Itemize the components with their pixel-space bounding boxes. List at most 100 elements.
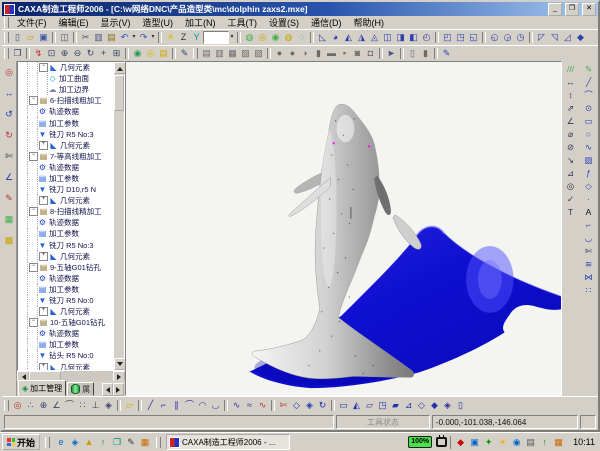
arc-icon[interactable]: ⌒ (581, 89, 596, 101)
redraw-icon[interactable]: ↯ (32, 47, 45, 60)
rotate-view-icon[interactable]: ↻ (84, 47, 97, 60)
close-button[interactable]: ✕ (582, 3, 596, 16)
tree-item[interactable]: ▤加工参数 (18, 117, 113, 128)
generate-gcode-icon[interactable]: ● (286, 47, 299, 60)
fillet-solid-icon[interactable]: ◱ (467, 31, 480, 44)
tree-expand-toggle[interactable]: + (39, 141, 48, 150)
menu-model[interactable]: 造型(U) (137, 18, 180, 28)
axon-view-icon[interactable]: ◌ (295, 31, 308, 44)
dnc-send-icon[interactable]: ◘ (364, 47, 377, 60)
tool-library-icon[interactable]: ◙ (351, 47, 364, 60)
tree-item[interactable]: ⚙轨迹数据 (18, 273, 113, 284)
check-code-icon[interactable]: ◗ (299, 47, 312, 60)
tangent-tool-icon[interactable]: ⌒ (63, 399, 76, 412)
tree-item[interactable]: −▤8-扫描线精加工 (18, 206, 113, 217)
front-view-icon[interactable]: ◎ (256, 31, 269, 44)
tree-expand-toggle[interactable]: − (39, 63, 48, 72)
trim-icon[interactable]: ✄ (581, 245, 596, 257)
redo-icon[interactable]: ↷ (137, 31, 150, 44)
zoom-window-icon[interactable]: ⊡ (45, 47, 58, 60)
equidistant-icon[interactable]: ≋ (581, 258, 596, 270)
tree-expand-toggle[interactable]: + (39, 363, 48, 370)
restore-button[interactable]: ❐ (565, 3, 579, 16)
minimize-button[interactable]: _ (548, 3, 562, 16)
offset-surface-icon[interactable]: ◫ (381, 31, 394, 44)
layer-settings-icon[interactable]: ▤ (157, 47, 170, 60)
ql-shield-icon[interactable]: ▲ (83, 436, 95, 448)
tree-item[interactable]: −▤9-五轴G01钻孔 (18, 262, 113, 273)
tree-item[interactable]: ▤加工参数 (18, 228, 113, 239)
fillet-curve-icon[interactable]: ◡ (581, 232, 596, 244)
dim-aligned-icon[interactable]: ⇗ (563, 102, 578, 114)
extend-surface-icon[interactable]: ◧ (407, 31, 420, 44)
tree-item[interactable]: +◣几何元素 (18, 251, 113, 262)
curve-rotate-icon[interactable]: ↻ (316, 399, 329, 412)
curve-project-icon[interactable]: ◸ (535, 31, 548, 44)
tree-item[interactable]: ▼铣刀 D10,r5 N (18, 184, 113, 195)
tree-item[interactable]: ⚙轨迹数据 (18, 106, 113, 117)
line-two-point-icon[interactable]: ╱ (144, 399, 157, 412)
line-angle-icon[interactable]: ⌐ (157, 399, 170, 412)
toolbar-grip[interactable] (4, 48, 9, 59)
tree-expand-toggle[interactable]: + (39, 252, 48, 261)
sim-pause-icon[interactable]: ▯ (406, 47, 419, 60)
tree-item[interactable]: −▤7-等高线粗加工 (18, 151, 113, 162)
surface-mirror-icon[interactable]: ◹ (548, 31, 561, 44)
plane-tangent-icon[interactable]: ◆ (428, 399, 441, 412)
menu-display[interactable]: 显示(V) (95, 18, 137, 28)
material-icon[interactable]: ◉ (131, 47, 144, 60)
tree-item[interactable]: −▤10-五轴G01钻孔 (18, 317, 113, 328)
revolve-solid-icon[interactable]: ◳ (454, 31, 467, 44)
spline-edit-icon[interactable]: ∿ (256, 399, 269, 412)
arc-three-point-icon[interactable]: ⌒ (183, 399, 196, 412)
display-style-dropdown[interactable] (203, 31, 229, 44)
ortho-toggle-icon[interactable]: ⊥ (89, 399, 102, 412)
center-snap-icon[interactable]: ⊕ (37, 399, 50, 412)
window-layout-icon[interactable]: ❐ (11, 47, 24, 60)
tree-expand-toggle[interactable]: + (39, 196, 48, 205)
rectangle-icon[interactable]: ▭ (581, 115, 596, 127)
trim-surface-icon[interactable]: ◨ (394, 31, 407, 44)
view-redo-icon[interactable]: ↻ (3, 129, 15, 141)
hide-mode-icon[interactable]: Y (190, 31, 203, 44)
ql-outlook-icon[interactable]: ◈ (69, 436, 81, 448)
dim-diameter-icon[interactable]: ⊘ (563, 141, 578, 153)
tray-icon-5[interactable]: ◉ (510, 436, 523, 449)
texture-icon[interactable]: ▩ (3, 234, 15, 246)
plane-curve-icon[interactable]: ▯ (454, 399, 467, 412)
plane-3point-icon[interactable]: ◳ (376, 399, 389, 412)
curve-mirror-icon[interactable]: ◇ (290, 399, 303, 412)
view-undo-icon[interactable]: ↺ (3, 108, 15, 120)
tree-item[interactable]: +◣几何元素 (18, 362, 113, 370)
annotation-text-icon[interactable]: T (563, 206, 578, 218)
tree-item[interactable]: ▤加工参数 (18, 339, 113, 350)
menu-machining[interactable]: 加工(N) (179, 18, 222, 28)
tree-expand-toggle[interactable]: − (29, 152, 38, 161)
plane-angle-icon[interactable]: ⊿ (402, 399, 415, 412)
quicklaunch-grip[interactable] (45, 437, 50, 448)
menu-settings[interactable]: 设置(S) (263, 18, 305, 28)
tree-expand-toggle[interactable]: − (29, 318, 38, 327)
tree-expand-toggle[interactable]: − (29, 263, 38, 272)
tree-expand-toggle[interactable]: − (29, 207, 38, 216)
surface-patch-icon[interactable]: ▨ (581, 154, 596, 166)
undo-icon[interactable]: ↶ (118, 31, 131, 44)
paste-icon[interactable]: ▤ (105, 31, 118, 44)
tree-item[interactable]: ⚙轨迹数据 (18, 328, 113, 339)
query-distance-icon[interactable]: ↔ (3, 87, 15, 99)
tree-item[interactable]: ▼铣刀 R5 No:3 (18, 129, 113, 140)
side-view-icon[interactable]: ◍ (282, 31, 295, 44)
menu-tools[interactable]: 工具(T) (222, 18, 264, 28)
mirror-icon[interactable]: ⋈ (581, 271, 596, 283)
tree-item[interactable]: ▼铣刀 R5 No:0 (18, 295, 113, 306)
iso-view-icon[interactable]: ◍ (243, 31, 256, 44)
tray-icon-2[interactable]: ▣ (468, 436, 481, 449)
zoom-out-icon[interactable]: ⊖ (71, 47, 84, 60)
tree-item[interactable]: −◣几何元素 (18, 62, 113, 73)
point-tool-icon[interactable]: ∴ (24, 399, 37, 412)
tray-icon-4[interactable]: ☀ (496, 436, 509, 449)
plane-view-icon[interactable]: ◈ (441, 399, 454, 412)
dim-linear-icon[interactable]: ↔ (563, 76, 578, 88)
toolpath-edit-icon[interactable]: ▥ (213, 47, 226, 60)
menu-help[interactable]: 帮助(H) (348, 18, 391, 28)
